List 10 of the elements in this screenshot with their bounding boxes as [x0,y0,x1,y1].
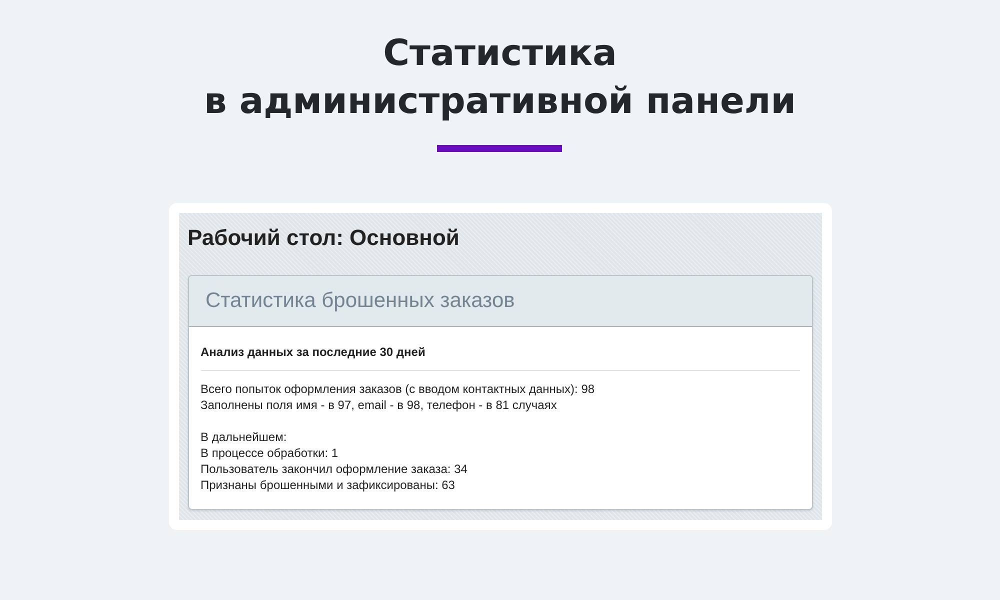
stat-line: Заполнены поля имя - в 97, email - в 98, телефон - в 81 случаях [200,397,558,413]
dashboard-title: Рабочий стол: Основной [188,225,460,251]
stat-line: В процессе обработки: 1 [200,445,340,461]
stat-line: Признаны брошенными и зафиксированы: 63 [200,477,456,493]
stat-line: Всего попыток оформления заказов (с вводом контактных данных): 98 [200,381,596,397]
stat-line: Пользователь закончил оформление заказа: 34 [200,461,468,477]
page-title: Статистика в административной панели [204,32,796,124]
stat-line: В дальнейшем: [200,429,288,445]
widget-subtitle: Анализ данных за последние 30 дней [200,344,426,360]
widget-title: Статистика брошенных заказов [206,288,515,314]
